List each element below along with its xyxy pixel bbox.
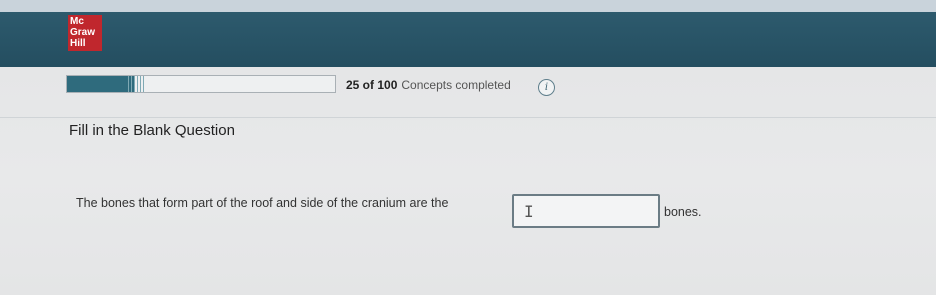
info-icon[interactable]: i xyxy=(538,79,555,96)
progress-label: Concepts completed xyxy=(401,78,511,92)
progress-bar xyxy=(66,75,336,93)
text-cursor-icon: I xyxy=(524,202,534,221)
browser-top-strip xyxy=(0,0,936,12)
progress-count: 25 of 100 xyxy=(346,78,398,92)
progress-bar-edge xyxy=(128,76,146,92)
logo-line-3: Hill xyxy=(70,38,86,49)
logo-line-1: Mc xyxy=(70,16,84,27)
mcgraw-hill-logo[interactable]: Mc Graw Hill xyxy=(68,15,102,51)
question-title: Fill in the Blank Question xyxy=(69,122,235,139)
fill-in-blank-input[interactable] xyxy=(512,194,660,228)
question-text-before: The bones that form part of the roof and… xyxy=(76,196,449,210)
progress-summary: 25 of 100 Concepts completed xyxy=(346,78,511,92)
app-header: Mc Graw Hill xyxy=(0,12,936,67)
logo-line-2: Graw xyxy=(70,27,96,38)
page: Mc Graw Hill 25 of 100 Concepts completed… xyxy=(0,0,936,295)
progress-bar-fill xyxy=(67,76,134,92)
progress-row: 25 of 100 Concepts completed i xyxy=(0,67,936,115)
question-text-after: bones. xyxy=(664,205,702,219)
divider xyxy=(0,117,936,118)
